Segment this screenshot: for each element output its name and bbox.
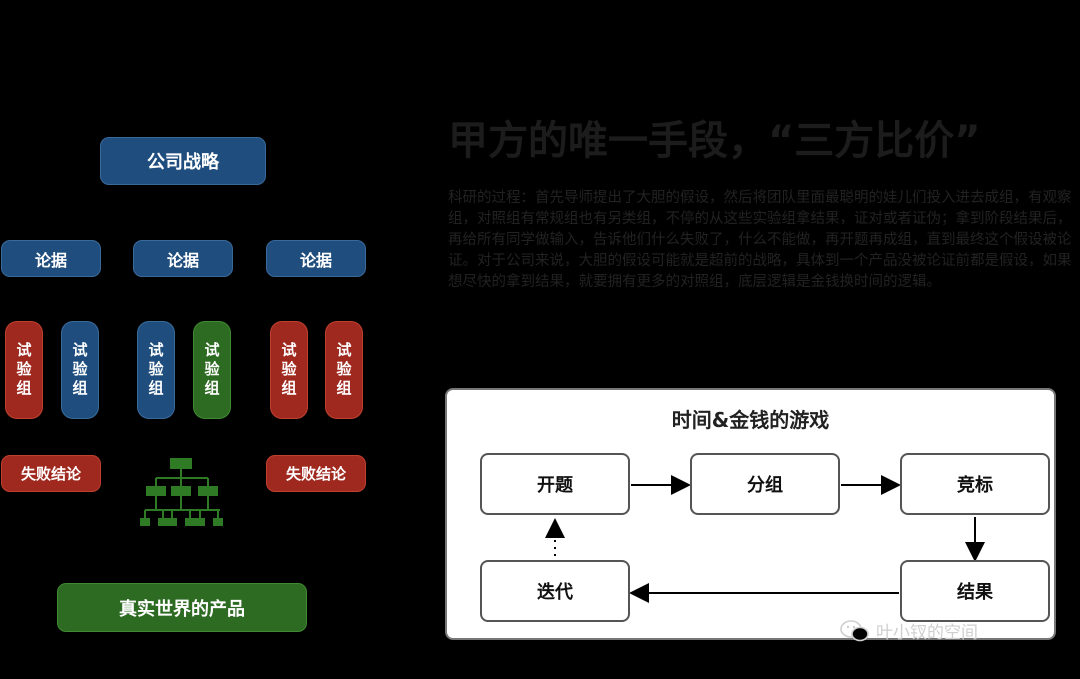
watermark: 叶小钗的空间	[840, 618, 978, 643]
watermark-text: 叶小钗的空间	[876, 623, 978, 643]
node-iterate: 迭代	[480, 560, 630, 622]
experiment-group-4: 试验组	[193, 321, 231, 419]
failure-conclusion-1: 失败结论	[1, 455, 101, 492]
time-money-game-panel: 时间&金钱的游戏 开题 分组 竞标 结果 迭代	[445, 388, 1056, 640]
article-title: 甲方的唯一手段，“三方比价”	[448, 118, 981, 164]
experiment-group-1: 试验组	[5, 321, 43, 419]
argument-box-1: 论据	[1, 240, 101, 277]
real-world-product-box: 真实世界的产品	[57, 583, 307, 632]
argument-box-3: 论据	[266, 240, 366, 277]
experiment-group-3: 试验组	[137, 321, 175, 419]
node-group: 分组	[690, 453, 840, 515]
argument-box-2: 论据	[133, 240, 233, 277]
strategy-box: 公司战略	[100, 137, 266, 185]
node-result: 结果	[900, 560, 1050, 622]
article-paragraph: 科研的过程：首先导师提出了大胆的假设，然后将团队里面最聪明的娃儿们投入进去成组，…	[448, 190, 1072, 290]
wechat-icon	[840, 619, 869, 641]
node-bid: 竞标	[900, 453, 1050, 515]
experiment-group-6: 试验组	[325, 321, 363, 419]
experiment-group-5: 试验组	[270, 321, 308, 419]
failure-conclusion-2: 失败结论	[266, 455, 366, 492]
org-chart-icon	[140, 458, 223, 526]
experiment-group-2: 试验组	[61, 321, 99, 419]
node-start: 开题	[480, 453, 630, 515]
